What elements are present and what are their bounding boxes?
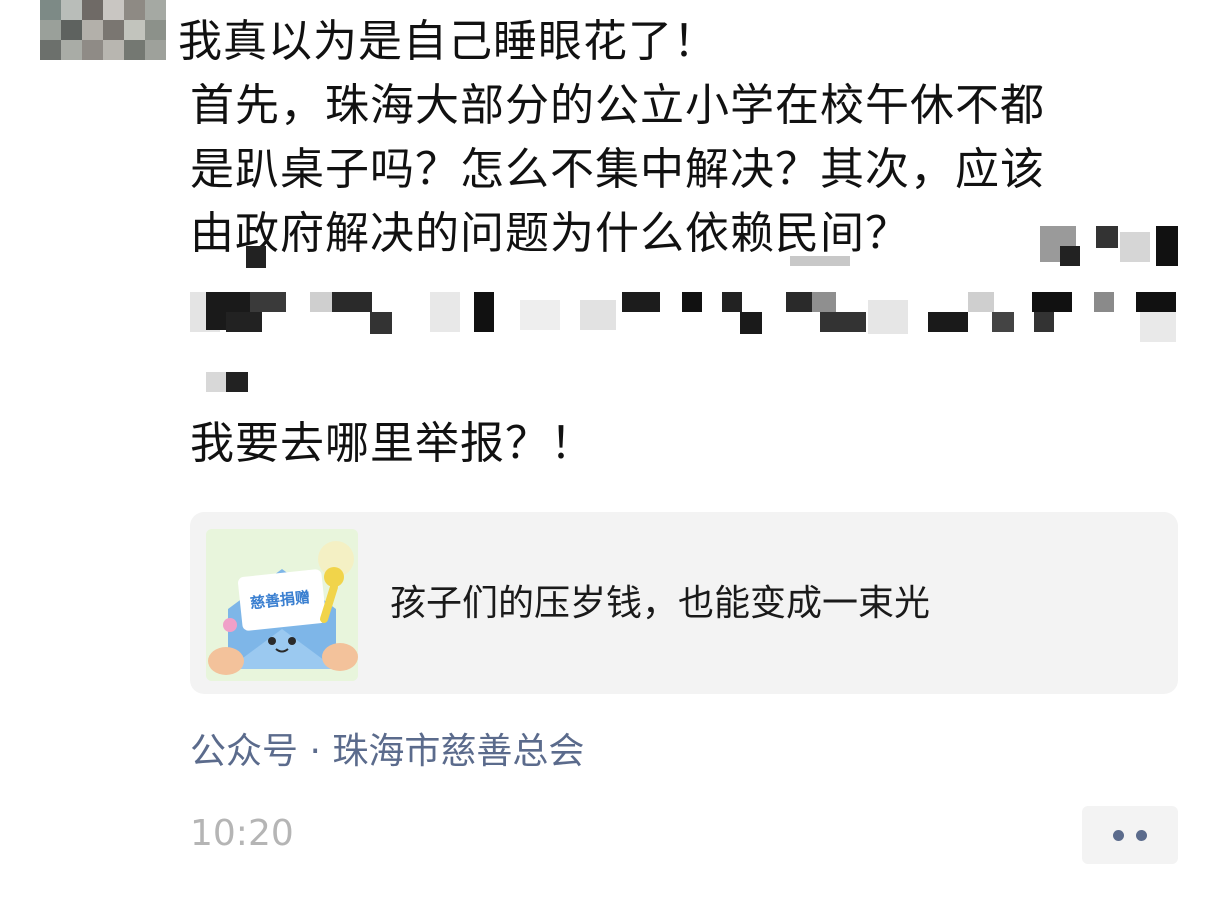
post-line: 首先，珠海大部分的公立小学在校午休不都	[190, 80, 1045, 131]
shared-article-card[interactable]: 慈善捐赠 孩子们的压岁钱，也能变成一束光	[190, 512, 1178, 694]
post-line-question: 我要去哪里举报？！	[190, 418, 595, 469]
post-text: 我真以为是自己睡眼花了！ 首先，珠海大部分的公立小学在校午休不都 是趴桌子吗？怎…	[178, 10, 1190, 266]
more-dot-icon	[1113, 829, 1124, 841]
article-title: 孩子们的压岁钱，也能变成一束光	[390, 583, 931, 624]
avatar[interactable]	[40, 0, 166, 60]
donation-envelope-icon: 慈善捐赠	[206, 529, 358, 681]
more-dot-icon	[1136, 829, 1147, 841]
post-timestamp: 10:20	[190, 813, 294, 854]
post-line: 我真以为是自己睡眼花了！	[178, 16, 718, 67]
article-thumbnail: 慈善捐赠	[206, 529, 358, 681]
post-line: 是趴桌子吗？怎么不集中解决？其次，应该	[190, 144, 1045, 195]
official-account-source-link[interactable]: 公众号 · 珠海市慈善总会	[190, 728, 584, 776]
more-actions-button[interactable]	[1082, 806, 1178, 864]
post-line: 由政府解决的问题为什么依赖民间？	[190, 208, 910, 259]
